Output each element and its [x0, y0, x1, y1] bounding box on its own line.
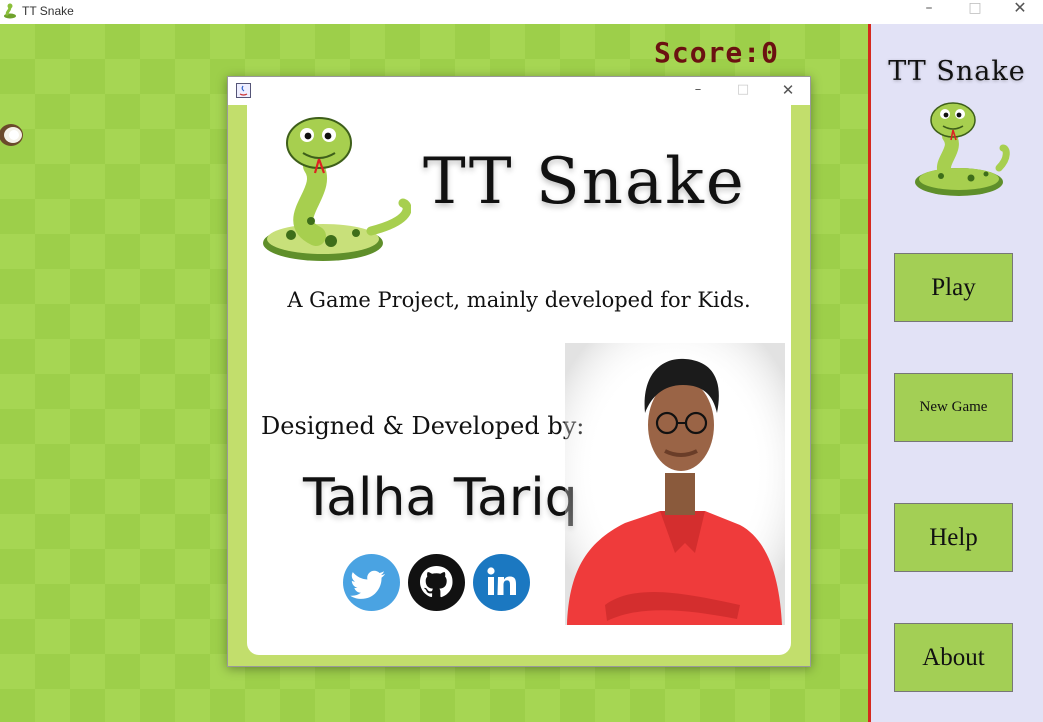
help-button[interactable]: Help: [894, 503, 1013, 572]
new-game-button[interactable]: New Game: [894, 373, 1013, 442]
credit-label: Designed & Developed by:: [261, 412, 585, 440]
minimize-button[interactable]: –: [906, 0, 952, 18]
twitter-icon[interactable]: [343, 554, 400, 611]
java-icon: [236, 83, 251, 98]
linkedin-icon[interactable]: [473, 554, 530, 611]
about-card: TT Snake A Game Project, mainly develope…: [247, 105, 791, 655]
snake-logo-icon: [263, 117, 411, 261]
about-dialog: – □ ✕ TT Snake A Game Project, mainly de…: [227, 76, 811, 667]
dialog-close-button[interactable]: ✕: [768, 81, 808, 101]
score-display: Score:0: [654, 36, 780, 69]
dialog-title: TT Snake: [423, 145, 746, 219]
github-icon[interactable]: [408, 554, 465, 611]
dialog-titlebar: – □ ✕: [228, 77, 810, 105]
dialog-subtitle: A Game Project, mainly developed for Kid…: [287, 288, 751, 312]
sidebar-title: TT Snake: [888, 56, 1026, 87]
window-titlebar: TT Snake – □ ✕: [0, 0, 1043, 24]
maximize-button[interactable]: □: [952, 0, 998, 18]
snake-logo-icon: [915, 102, 1010, 196]
close-button[interactable]: ✕: [997, 0, 1043, 18]
dialog-maximize-button[interactable]: □: [723, 81, 763, 101]
sidebar: TT Snake Play New Game Help About: [868, 24, 1043, 722]
dialog-minimize-button[interactable]: –: [678, 81, 718, 101]
about-button[interactable]: About: [894, 623, 1013, 692]
window-title: TT Snake: [22, 4, 74, 18]
snake-app-icon: [4, 3, 16, 19]
developer-name: Talha Tariq: [303, 468, 578, 528]
coconut-icon: [0, 124, 23, 146]
developer-photo: [565, 343, 785, 625]
play-button[interactable]: Play: [894, 253, 1013, 322]
